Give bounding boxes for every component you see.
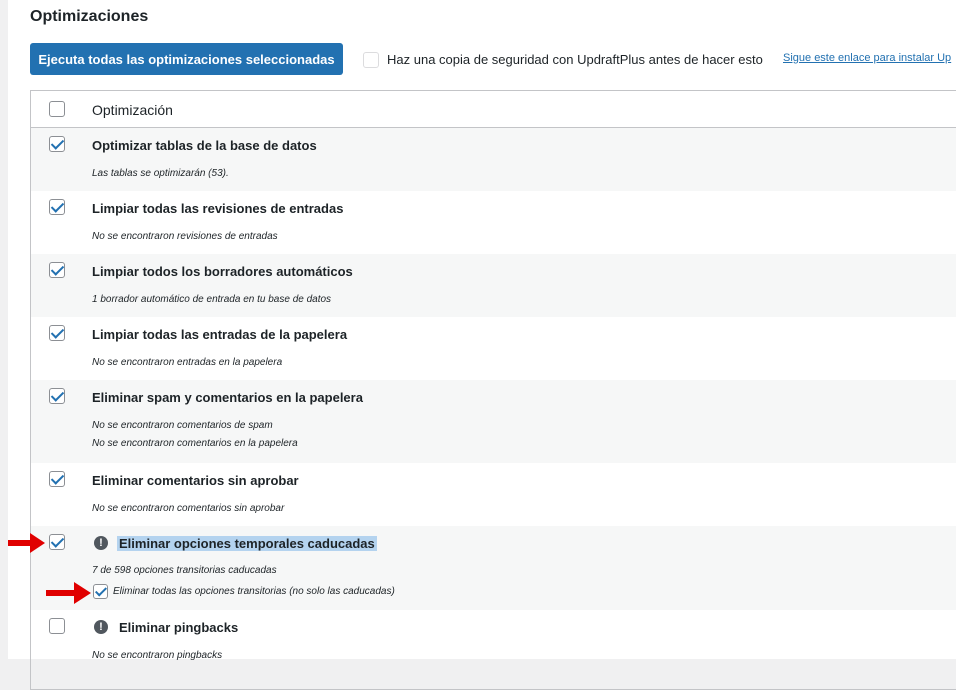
- optimization-info: 7 de 598 opciones transitorias caducadas: [92, 565, 277, 576]
- column-header-optimization: Optimización: [92, 102, 173, 118]
- optimization-info: Las tablas se optimizarán (53).: [92, 168, 229, 179]
- optimizations-table: Optimización Optimizar tablas de la base…: [30, 90, 956, 690]
- table-row: Optimizar tablas de la base de datos Las…: [31, 128, 956, 191]
- optimization-name: Optimizar tablas de la base de datos: [92, 138, 317, 153]
- optimization-info: No se encontraron comentarios sin aproba…: [92, 503, 285, 514]
- row-checkbox[interactable]: [49, 471, 65, 487]
- row-checkbox[interactable]: [49, 388, 65, 404]
- sub-option-label: Eliminar todas las opciones transitorias…: [113, 586, 395, 597]
- backup-checkbox[interactable]: [363, 52, 379, 68]
- page-title: Optimizaciones: [30, 8, 149, 25]
- run-all-optimizations-button[interactable]: Ejecuta todas las optimizaciones selecci…: [30, 43, 343, 75]
- optimization-info: No se encontraron entradas en la papeler…: [92, 357, 283, 368]
- updraftplus-install-link[interactable]: Sigue este enlace para instalar Up: [783, 52, 951, 64]
- optimization-info: No se encontraron comentarios de spam: [92, 420, 273, 431]
- row-checkbox[interactable]: [49, 618, 65, 634]
- optimization-name: Eliminar pingbacks: [119, 620, 239, 635]
- optimization-name: Limpiar todas las revisiones de entradas: [92, 201, 344, 216]
- table-row: ! Eliminar pingbacks No se encontraron p…: [31, 610, 956, 670]
- row-checkbox[interactable]: [49, 325, 65, 341]
- warning-icon: !: [94, 620, 108, 634]
- red-arrow-icon: [8, 533, 45, 553]
- optimization-info: 1 borrador automático de entrada en tu b…: [92, 294, 332, 305]
- table-row: Limpiar todas las entradas de la papeler…: [31, 317, 956, 380]
- row-checkbox[interactable]: [49, 534, 65, 550]
- table-row: Limpiar todos los borradores automáticos…: [31, 254, 956, 317]
- optimization-name: Eliminar spam y comentarios en la papele…: [92, 390, 363, 405]
- row-checkbox[interactable]: [49, 136, 65, 152]
- table-header: Optimización: [31, 91, 956, 128]
- row-checkbox[interactable]: [49, 262, 65, 278]
- optimization-name: Eliminar opciones temporales caducadas: [117, 536, 377, 551]
- optimization-name: Eliminar comentarios sin aprobar: [92, 473, 299, 488]
- sub-option-checkbox[interactable]: [93, 584, 108, 599]
- table-row: ! Eliminar opciones temporales caducadas…: [31, 526, 956, 610]
- select-all-checkbox[interactable]: [49, 101, 65, 117]
- table-row: Limpiar todas las revisiones de entradas…: [31, 191, 956, 254]
- optimization-name: Limpiar todos los borradores automáticos: [92, 264, 353, 279]
- table-row: Eliminar comentarios sin aprobar No se e…: [31, 463, 956, 526]
- optimization-info: No se encontraron revisiones de entradas: [92, 231, 278, 242]
- highlighted-text: Eliminar opciones temporales caducadas: [117, 536, 377, 551]
- row-checkbox[interactable]: [49, 199, 65, 215]
- optimization-info: No se encontraron pingbacks: [92, 650, 223, 661]
- optimization-name: Limpiar todas las entradas de la papeler…: [92, 327, 348, 342]
- warning-icon: !: [94, 536, 108, 550]
- backup-label: Haz una copia de seguridad con UpdraftPl…: [387, 52, 763, 67]
- red-arrow-icon: [46, 582, 91, 604]
- optimization-info: No se encontraron comentarios en la pape…: [92, 438, 298, 449]
- table-row: Eliminar spam y comentarios en la papele…: [31, 380, 956, 463]
